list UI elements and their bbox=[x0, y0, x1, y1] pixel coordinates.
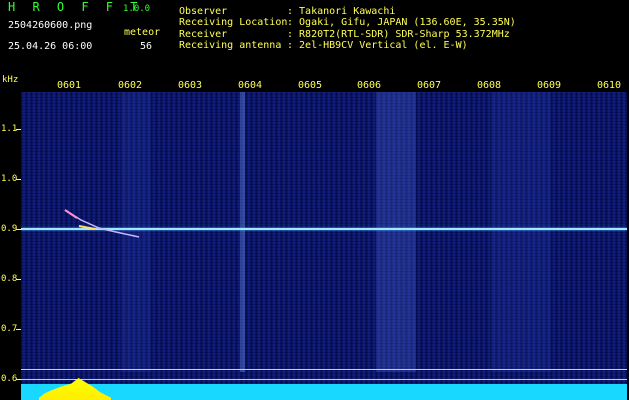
meteor-echo-trace bbox=[64, 209, 140, 238]
signal-level-bar bbox=[21, 384, 627, 400]
antenna-value: : 2el-HB9CV Vertical (el. E-W) bbox=[287, 40, 468, 51]
time-tick: 0608 bbox=[476, 80, 502, 91]
freq-tick: 0.8 bbox=[1, 274, 18, 284]
time-tick: 0607 bbox=[416, 80, 442, 91]
meteor-count: 56 bbox=[140, 41, 153, 52]
time-axis: 0601 0602 0603 0604 0605 0606 0607 0608 … bbox=[0, 78, 629, 92]
time-tick: 0602 bbox=[117, 80, 143, 91]
level-reference-line bbox=[21, 379, 627, 380]
time-tick: 0609 bbox=[536, 80, 562, 91]
observer-value: : Takanori Kawachi bbox=[287, 6, 396, 17]
observer-label: Observer bbox=[179, 6, 228, 17]
meteor-label: meteor bbox=[124, 27, 161, 38]
antenna-label: Receiving antenna bbox=[179, 40, 282, 51]
app-version: 1.0.0 bbox=[123, 4, 151, 14]
freq-tick: 1.0 bbox=[1, 174, 18, 184]
time-tick: 0601 bbox=[56, 80, 82, 91]
freq-tick: 0.7 bbox=[1, 324, 18, 334]
receiver-value: : R820T2(RTL-SDR) SDR-Sharp 53.372MHz bbox=[287, 29, 510, 40]
file-name: 2504260600.png bbox=[8, 20, 93, 31]
freq-tick: 0.9 bbox=[1, 224, 18, 234]
frequency-axis: 1.1 1.0 0.9 0.8 0.7 0.6 bbox=[0, 92, 21, 400]
header-panel: H R O F F T 1.0.0 2504260600.png 25.04.2… bbox=[0, 0, 629, 78]
freq-tick: 0.6 bbox=[1, 374, 18, 384]
date-time: 25.04.26 06:00 bbox=[8, 41, 93, 52]
receiver-label: Receiver bbox=[179, 29, 228, 40]
level-reference-line bbox=[21, 369, 627, 370]
time-tick: 0610 bbox=[596, 80, 622, 91]
location-label: Receiving Location bbox=[179, 17, 288, 28]
time-tick: 0605 bbox=[297, 80, 323, 91]
spectrogram-waterfall bbox=[21, 92, 627, 400]
time-tick: 0606 bbox=[356, 80, 382, 91]
time-tick: 0603 bbox=[177, 80, 203, 91]
location-value: : Ogaki, Gifu, JAPAN (136.60E, 35.35N) bbox=[287, 17, 516, 28]
freq-tick: 1.1 bbox=[1, 124, 18, 134]
time-tick: 0604 bbox=[237, 80, 263, 91]
